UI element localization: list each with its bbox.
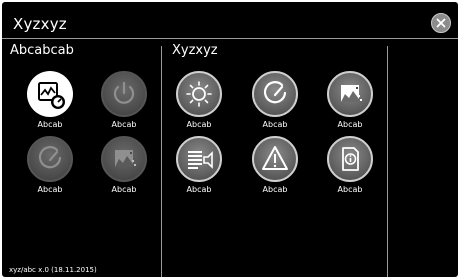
- title-divider: [2, 38, 458, 39]
- right-tile-3-label: Abcab: [337, 120, 363, 129]
- power-icon: [113, 81, 135, 104]
- right-section-title: Xyzxyz: [172, 43, 218, 58]
- chart-gauge-icon: [38, 82, 65, 109]
- left-tile-4-circle: [101, 136, 147, 182]
- right-tile-2-circle: [252, 71, 298, 117]
- right-tile-6[interactable]: Abcab: [324, 136, 378, 202]
- panel-divider-left: [161, 46, 162, 277]
- image-dots-icon: [341, 85, 362, 102]
- right-tile-3[interactable]: Abcab: [324, 71, 378, 137]
- right-tile-6-label: Abcab: [337, 185, 363, 194]
- window-title: Xyzxyz: [13, 15, 67, 33]
- right-tile-4-label: Abcab: [186, 185, 212, 194]
- left-tile-3-label: Abcab: [37, 185, 63, 194]
- left-tile-1[interactable]: Abcab: [24, 71, 78, 137]
- left-tile-4-label: Abcab: [111, 185, 137, 194]
- left-tile-1-label: Abcab: [37, 120, 63, 129]
- right-tile-5-circle: [252, 136, 298, 182]
- close-icon: [436, 18, 446, 28]
- right-tile-4-circle: [176, 136, 222, 182]
- version-text: xyz/abc x.0 (18.11.2015): [9, 266, 97, 274]
- warning-icon: [262, 146, 288, 170]
- left-section-title: Abcabcab: [10, 43, 74, 58]
- left-tile-2-label: Abcab: [111, 120, 137, 129]
- info-document-icon: [342, 147, 359, 171]
- right-tile-4[interactable]: Abcab: [173, 136, 227, 202]
- right-tile-1-label: Abcab: [186, 120, 212, 129]
- gauge-icon: [38, 146, 62, 169]
- list-speaker-icon: [188, 151, 213, 169]
- left-tile-2[interactable]: Abcab: [98, 71, 152, 137]
- left-tile-4[interactable]: Abcab: [98, 136, 152, 202]
- right-tile-2[interactable]: Abcab: [249, 71, 303, 137]
- right-tile-3-circle: [327, 71, 373, 117]
- left-tile-1-circle: [27, 71, 73, 117]
- left-tile-2-circle: [101, 71, 147, 117]
- settings-screen: Xyzxyz Abcabcab Abcab Abcab Abcab Abcab …: [2, 2, 458, 277]
- brightness-icon: [186, 81, 212, 107]
- right-tile-1-circle: [176, 71, 222, 117]
- right-tile-6-circle: [327, 136, 373, 182]
- gauge-icon: [263, 81, 287, 104]
- right-tile-1[interactable]: Abcab: [173, 71, 227, 137]
- close-button[interactable]: [431, 13, 451, 33]
- image-dots-icon: [115, 150, 136, 167]
- left-tile-3-circle: [27, 136, 73, 182]
- right-tile-2-label: Abcab: [262, 120, 288, 129]
- right-tile-5-label: Abcab: [262, 185, 288, 194]
- right-tile-5[interactable]: Abcab: [249, 136, 303, 202]
- left-tile-3[interactable]: Abcab: [24, 136, 78, 202]
- panel-divider-right: [387, 46, 388, 277]
